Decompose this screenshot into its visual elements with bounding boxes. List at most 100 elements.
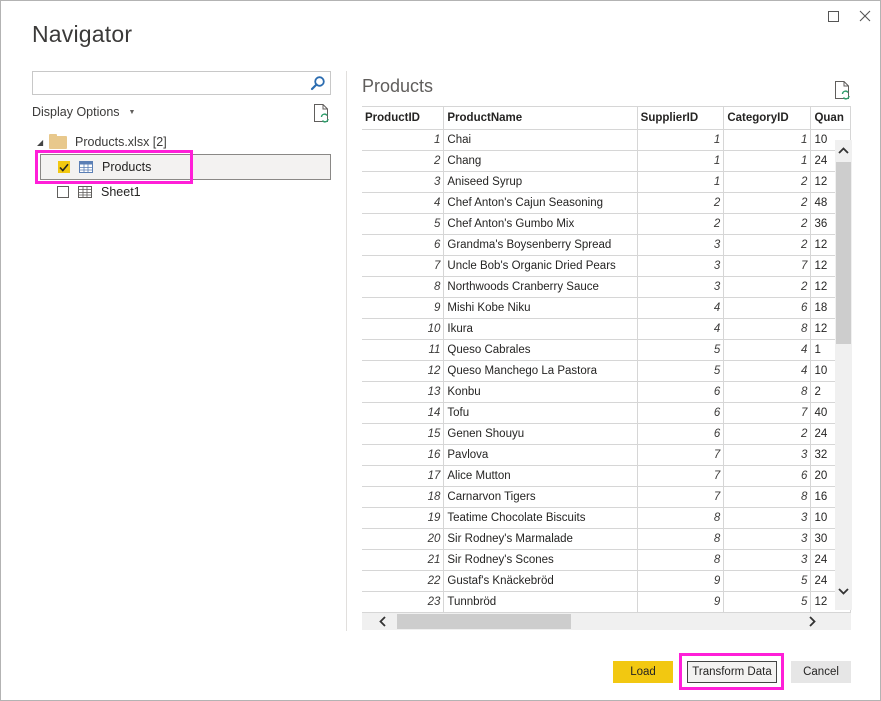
search-box	[32, 71, 331, 95]
scroll-left-button[interactable]	[374, 613, 390, 630]
table-cell: 2	[723, 276, 812, 298]
table-cell: 7	[723, 255, 812, 277]
table-cell: 8	[723, 381, 812, 403]
search-icon[interactable]	[310, 75, 326, 91]
table-cell: 20	[362, 528, 445, 550]
table-cell: 16	[362, 444, 445, 466]
vertical-scroll-thumb[interactable]	[836, 162, 851, 344]
scroll-right-button[interactable]	[804, 613, 820, 630]
table-cell: Alice Mutton	[443, 465, 638, 487]
table-cell: 8	[637, 507, 725, 529]
table-row: 17 Alice Mutton 7 6 20	[362, 465, 851, 487]
table-cell: 5	[362, 213, 445, 235]
table-row: 15 Genen Shouyu 6 2 24	[362, 423, 851, 445]
column-header[interactable]: Quan	[810, 107, 851, 130]
maximize-button[interactable]	[821, 5, 845, 27]
folder-icon	[49, 133, 67, 149]
table-header-row: ProductID ProductName SupplierID Categor…	[362, 107, 851, 130]
tree-item-products[interactable]: Products	[40, 154, 331, 180]
table-icon	[79, 161, 93, 173]
table-cell: 5	[723, 570, 812, 592]
table-cell: Queso Manchego La Pastora	[443, 360, 638, 382]
table-cell: Chang	[443, 150, 638, 172]
table-row: 11 Queso Cabrales 5 4 1	[362, 339, 851, 361]
table-cell: 9	[637, 591, 725, 613]
table-cell: 18	[362, 486, 445, 508]
table-cell: 3	[723, 507, 812, 529]
table-cell: 2	[637, 213, 725, 235]
table-cell: Sir Rodney's Marmalade	[443, 528, 638, 550]
close-button[interactable]	[853, 5, 877, 27]
table-cell: 6	[637, 402, 725, 424]
horizontal-scrollbar[interactable]	[362, 613, 851, 630]
scroll-up-button[interactable]	[835, 142, 852, 158]
table-cell: 4	[723, 360, 812, 382]
table-cell: 6	[637, 423, 725, 445]
maximize-icon	[827, 10, 839, 22]
table-row: 13 Konbu 6 8 2	[362, 381, 851, 403]
table-row: 20 Sir Rodney's Marmalade 8 3 30	[362, 528, 851, 550]
chevron-left-icon	[378, 616, 386, 627]
table-cell: Uncle Bob's Organic Dried Pears	[443, 255, 638, 277]
sheet1-checkbox[interactable]	[57, 186, 69, 198]
table-row: 16 Pavlova 7 3 32	[362, 444, 851, 466]
table-cell: 4	[723, 339, 812, 361]
column-header[interactable]: ProductID	[362, 107, 445, 130]
table-cell: 8	[362, 276, 445, 298]
table-cell: 4	[637, 297, 725, 319]
tree-root-products-xlsx[interactable]: ◢ Products.xlsx [2]	[37, 133, 167, 151]
table-row: 10 Ikura 4 8 12	[362, 318, 851, 340]
table-cell: Tunnbröd	[443, 591, 638, 613]
table-cell: 8	[723, 486, 812, 508]
table-cell: 2	[723, 171, 812, 193]
load-button[interactable]: Load	[613, 661, 673, 683]
table-cell: 1	[723, 129, 812, 151]
table-cell: Ikura	[443, 318, 638, 340]
table-cell: 9	[362, 297, 445, 319]
table-cell: 2	[723, 234, 812, 256]
column-header[interactable]: CategoryID	[723, 107, 812, 130]
table-cell: 1	[637, 150, 725, 172]
table-cell: 15	[362, 423, 445, 445]
table-cell: Aniseed Syrup	[443, 171, 638, 193]
tree-item-label: Products	[102, 160, 152, 174]
table-cell: Chef Anton's Gumbo Mix	[443, 213, 638, 235]
table-cell: Gustaf's Knäckebröd	[443, 570, 638, 592]
table-cell: Grandma's Boysenberry Spread	[443, 234, 638, 256]
table-row: 6 Grandma's Boysenberry Spread 3 2 12	[362, 234, 851, 256]
table-cell: 17	[362, 465, 445, 487]
transform-data-button[interactable]: Transform Data	[687, 661, 777, 683]
table-row: 7 Uncle Bob's Organic Dried Pears 3 7 12	[362, 255, 851, 277]
table-cell: Mishi Kobe Niku	[443, 297, 638, 319]
table-cell: 6	[723, 465, 812, 487]
dialog-title: Navigator	[32, 21, 133, 47]
table-cell: 3	[723, 549, 812, 571]
table-cell: 19	[362, 507, 445, 529]
table-cell: Konbu	[443, 381, 638, 403]
horizontal-scroll-thumb[interactable]	[397, 614, 571, 629]
table-row: 2 Chang 1 1 24	[362, 150, 851, 172]
table-cell: 6	[637, 381, 725, 403]
display-options-dropdown[interactable]: Display Options ▼	[32, 105, 135, 119]
table-cell: 2	[723, 192, 812, 214]
table-cell: 2	[362, 150, 445, 172]
search-input[interactable]	[33, 72, 303, 94]
refresh-icon[interactable]	[313, 103, 330, 123]
column-header[interactable]: SupplierID	[637, 107, 725, 130]
refresh-preview-icon[interactable]	[834, 80, 851, 100]
products-checkbox[interactable]	[58, 161, 70, 173]
preview-title: Products	[362, 76, 434, 96]
scroll-down-button[interactable]	[835, 583, 852, 599]
table-row: 23 Tunnbröd 9 5 12	[362, 591, 851, 613]
navigator-dialog: Navigator Display Options ▼ ◢ Products.x…	[0, 0, 881, 701]
expand-triangle-icon[interactable]: ◢	[37, 138, 47, 147]
chevron-right-icon	[808, 616, 816, 627]
table-row: 8 Northwoods Cranberry Sauce 3 2 12	[362, 276, 851, 298]
vertical-scrollbar[interactable]	[835, 140, 852, 610]
table-cell: 3	[723, 444, 812, 466]
table-cell: 1	[637, 129, 725, 151]
cancel-button[interactable]: Cancel	[791, 661, 851, 683]
column-header[interactable]: ProductName	[443, 107, 638, 130]
table-cell: 7	[723, 402, 812, 424]
tree-item-sheet1[interactable]: Sheet1	[40, 179, 331, 205]
